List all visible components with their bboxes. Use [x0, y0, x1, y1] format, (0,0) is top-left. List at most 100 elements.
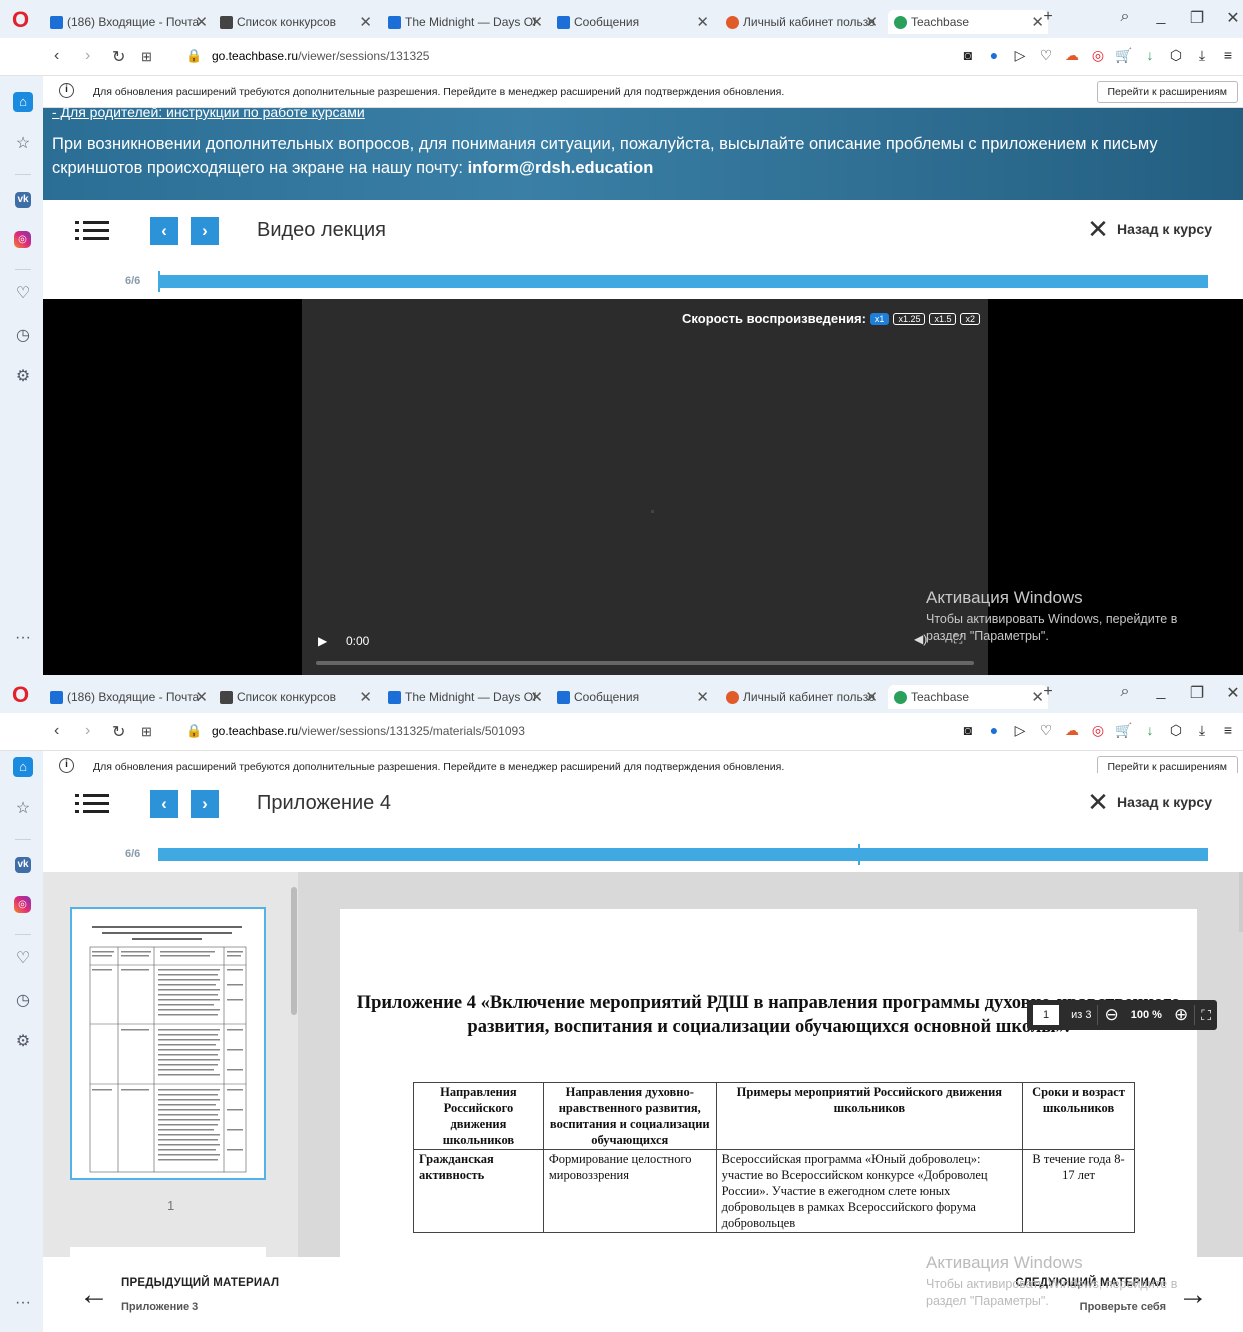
fullscreen-icon[interactable]: ⛶: [1195, 1007, 1217, 1024]
prev-material-button[interactable]: ‹: [150, 790, 178, 818]
close-tab-icon[interactable]: ✕: [865, 13, 878, 31]
play-icon[interactable]: ▶: [318, 634, 327, 648]
heart-icon[interactable]: ♡: [13, 284, 33, 304]
more-icon[interactable]: ···: [13, 628, 33, 648]
next-material-button[interactable]: ›: [191, 790, 219, 818]
contents-menu-icon[interactable]: [75, 794, 109, 814]
history-icon[interactable]: ◷: [13, 991, 33, 1011]
settings-icon[interactable]: ⚙: [13, 367, 33, 387]
speed-x125-button[interactable]: x1.25: [893, 312, 926, 325]
parents-instructions-link[interactable]: - Для родителей: инструкции по работе ку…: [52, 104, 365, 120]
tab-mail[interactable]: (186) Входящие - Почта ✕: [50, 685, 208, 709]
cart-icon[interactable]: 🛒: [1115, 47, 1133, 64]
opera-logo-icon[interactable]: O: [12, 684, 29, 706]
support-email[interactable]: inform@rdsh.education: [468, 159, 654, 177]
shield-icon[interactable]: ●: [985, 722, 1003, 739]
tab-music[interactable]: The Midnight — Days Of ✕: [388, 10, 543, 34]
speed-x1-button[interactable]: x1: [869, 312, 890, 325]
send-icon[interactable]: ▷: [1011, 47, 1029, 64]
tab-account[interactable]: Личный кабинет пользо ✕: [726, 10, 878, 34]
new-tab-icon[interactable]: +: [1030, 8, 1066, 26]
star-icon[interactable]: ☆: [13, 134, 33, 154]
shield-icon[interactable]: ●: [985, 47, 1003, 64]
more-icon[interactable]: ···: [13, 1293, 33, 1313]
vk-icon[interactable]: vk: [15, 857, 31, 873]
close-window-icon[interactable]: ✕: [1215, 683, 1243, 703]
instagram-icon[interactable]: ◎: [14, 231, 31, 248]
heart-icon[interactable]: ♡: [1037, 722, 1055, 739]
video-frame[interactable]: Скорость воспроизведения: x1 x1.25 x1.5 …: [302, 299, 988, 675]
extension-cloud-icon[interactable]: ☁: [1063, 47, 1081, 64]
next-material-button[interactable]: ›: [191, 217, 219, 245]
home-icon[interactable]: ⌂: [13, 92, 33, 112]
page-thumbnail[interactable]: [70, 907, 266, 1180]
close-tab-icon[interactable]: ✕: [696, 13, 709, 31]
close-tab-icon[interactable]: ✕: [530, 13, 543, 31]
new-tab-icon[interactable]: +: [1030, 683, 1066, 701]
contents-menu-icon[interactable]: [75, 221, 109, 241]
cube-icon[interactable]: ⬡: [1167, 722, 1185, 739]
url-field[interactable]: go.teachbase.ru/viewer/sessions/131325/m…: [212, 724, 525, 738]
prev-material-button[interactable]: ‹: [150, 217, 178, 245]
close-tab-icon[interactable]: ✕: [195, 688, 208, 706]
speed-x2-button[interactable]: x2: [960, 312, 980, 325]
video-player[interactable]: Скорость воспроизведения: x1 x1.25 x1.5 …: [43, 299, 1243, 675]
tab-teachbase[interactable]: Teachbase ✕: [888, 685, 1048, 709]
reload-icon[interactable]: ↻: [112, 47, 125, 67]
tab-account[interactable]: Личный кабинет пользо ✕: [726, 685, 878, 709]
download-ext-icon[interactable]: ↓: [1141, 47, 1159, 64]
close-tab-icon[interactable]: ✕: [359, 688, 372, 706]
settings-icon[interactable]: ⚙: [13, 1032, 33, 1052]
back-icon[interactable]: ‹: [54, 722, 59, 740]
camera-icon[interactable]: ◙: [959, 722, 977, 739]
page-scrollbar[interactable]: [1239, 872, 1243, 932]
zoom-out-icon[interactable]: ⊖: [1098, 1005, 1124, 1025]
tab-contests[interactable]: Список конкурсов ✕: [220, 10, 372, 34]
restore-icon[interactable]: ❐: [1179, 8, 1215, 28]
url-field[interactable]: go.teachbase.ru/viewer/sessions/131325: [212, 49, 429, 63]
vk-icon[interactable]: vk: [15, 192, 31, 208]
send-icon[interactable]: ▷: [1011, 722, 1029, 739]
speed-x15-button[interactable]: x1.5: [929, 312, 957, 325]
star-icon[interactable]: ☆: [13, 799, 33, 819]
tab-music[interactable]: The Midnight — Days Of ✕: [388, 685, 543, 709]
previous-material-link[interactable]: ← ПРЕДЫДУЩИЙ МАТЕРИАЛ Приложение 3: [79, 1277, 279, 1313]
seek-bar[interactable]: [316, 661, 974, 665]
forward-icon[interactable]: ›: [85, 47, 90, 65]
menu-icon[interactable]: ≡: [1219, 722, 1237, 739]
extension-icon[interactable]: ◎: [1089, 722, 1107, 739]
speed-dial-icon[interactable]: ⊞: [141, 49, 152, 65]
menu-icon[interactable]: ≡: [1219, 47, 1237, 64]
camera-icon[interactable]: ◙: [959, 47, 977, 64]
heart-icon[interactable]: ♡: [13, 949, 33, 969]
close-tab-icon[interactable]: ✕: [359, 13, 372, 31]
back-to-course-button[interactable]: ✕ Назад к курсу: [1087, 789, 1212, 815]
minimize-icon[interactable]: _: [1143, 8, 1179, 26]
cart-icon[interactable]: 🛒: [1115, 722, 1133, 739]
reload-icon[interactable]: ↻: [112, 722, 125, 742]
zoom-in-icon[interactable]: ⊕: [1168, 1005, 1194, 1025]
minimize-icon[interactable]: _: [1143, 683, 1179, 701]
search-tabs-icon[interactable]: ⌕: [1107, 8, 1143, 26]
close-tab-icon[interactable]: ✕: [865, 688, 878, 706]
heart-icon[interactable]: ♡: [1037, 47, 1055, 64]
close-window-icon[interactable]: ✕: [1215, 8, 1243, 28]
forward-icon[interactable]: ›: [85, 722, 90, 740]
search-tabs-icon[interactable]: ⌕: [1107, 683, 1143, 701]
tab-teachbase[interactable]: Teachbase ✕: [888, 10, 1048, 34]
tab-messages[interactable]: Сообщения ✕: [557, 685, 709, 709]
go-to-extensions-button[interactable]: Перейти к расширениям: [1096, 81, 1238, 103]
document-viewport[interactable]: Приложение 4 «Включение мероприятий РДШ …: [298, 872, 1243, 1269]
download-ext-icon[interactable]: ↓: [1141, 722, 1159, 739]
extension-cloud-icon[interactable]: ☁: [1063, 722, 1081, 739]
opera-logo-icon[interactable]: O: [12, 9, 29, 31]
download-icon[interactable]: ⤓: [1193, 722, 1211, 739]
back-icon[interactable]: ‹: [54, 47, 59, 65]
restore-icon[interactable]: ❐: [1179, 683, 1215, 703]
speed-dial-icon[interactable]: ⊞: [141, 724, 152, 740]
close-tab-icon[interactable]: ✕: [195, 13, 208, 31]
close-tab-icon[interactable]: ✕: [530, 688, 543, 706]
extension-icon[interactable]: ◎: [1089, 47, 1107, 64]
close-tab-icon[interactable]: ✕: [696, 688, 709, 706]
tab-mail[interactable]: (186) Входящие - Почта ✕: [50, 10, 208, 34]
